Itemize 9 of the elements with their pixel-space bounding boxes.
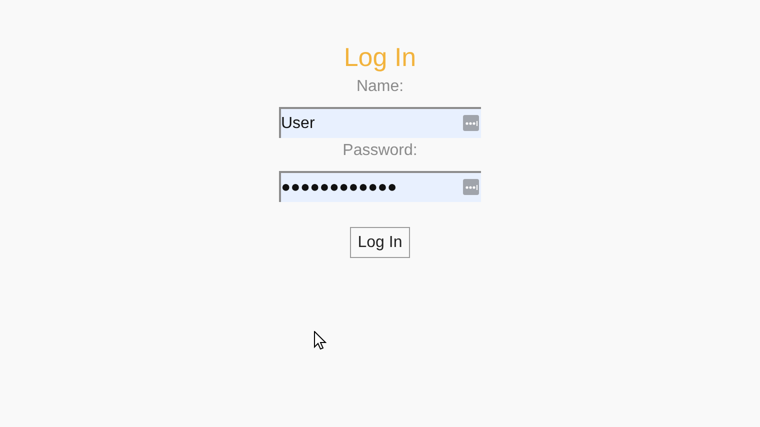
input-field[interactable]: User bbox=[279, 107, 481, 138]
field-label: Password: bbox=[342, 141, 418, 161]
input-field[interactable]: ●●●●●●●●●●●● bbox=[279, 171, 481, 202]
login-button[interactable]: Log In bbox=[350, 227, 410, 258]
page-title: Log In bbox=[344, 41, 416, 74]
autofill-icon[interactable] bbox=[463, 179, 479, 195]
field-label: Name: bbox=[356, 77, 404, 97]
mouse-pointer-icon bbox=[314, 331, 327, 350]
autofill-icon[interactable] bbox=[463, 115, 479, 131]
